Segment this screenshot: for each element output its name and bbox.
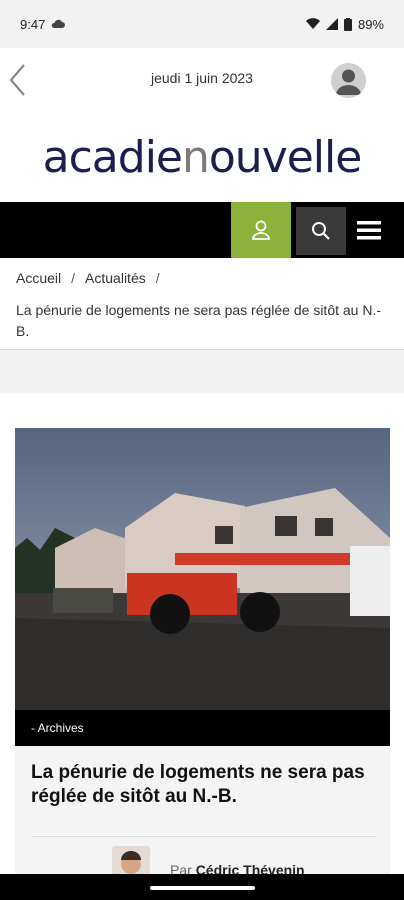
wifi-icon — [305, 18, 320, 29]
account-button[interactable] — [331, 63, 366, 98]
article-photo[interactable] — [15, 428, 390, 710]
article-section: - Archives La pénurie de logements ne se… — [0, 393, 404, 900]
site-logo[interactable]: acadienouvelle — [0, 132, 404, 183]
status-time: 9:47 — [20, 16, 46, 32]
battery-level: 89% — [357, 16, 384, 32]
breadcrumb-section[interactable]: Actualités — [85, 270, 146, 286]
user-avatar-icon — [336, 69, 361, 95]
battery-icon — [343, 17, 352, 31]
menu-button[interactable] — [350, 202, 388, 258]
user-button[interactable] — [231, 202, 291, 258]
signal-icon — [325, 18, 338, 30]
search-button[interactable] — [296, 207, 346, 255]
menu-icon — [357, 221, 381, 240]
search-icon — [312, 222, 330, 240]
logo-part-1: acadie — [42, 132, 183, 183]
user-icon — [252, 220, 270, 240]
construction-site-image — [15, 428, 390, 710]
breadcrumb-home[interactable]: Accueil — [16, 270, 61, 286]
article-headline: La pénurie de logements ne sera pas régl… — [31, 762, 365, 807]
top-header: jeudi 1 juin 2023 acadienouvelle — [0, 48, 404, 202]
nav-bar — [0, 202, 404, 258]
logo-part-3: ouvelle — [208, 132, 362, 183]
cloud-icon — [52, 19, 66, 28]
gesture-nav-bar — [0, 874, 404, 900]
breadcrumb-separator: / — [71, 270, 76, 286]
logo-part-2: n — [182, 132, 210, 183]
status-bar: 9:47 89% — [0, 0, 404, 48]
photo-caption: - Archives — [15, 710, 390, 746]
breadcrumb: Accueil / Actualités / La pénurie de log… — [0, 258, 404, 350]
divider — [31, 836, 376, 837]
breadcrumb-separator: / — [155, 270, 160, 286]
breadcrumb-current: La pénurie de logements ne sera pas régl… — [16, 302, 382, 339]
home-gesture-handle[interactable] — [150, 886, 255, 890]
